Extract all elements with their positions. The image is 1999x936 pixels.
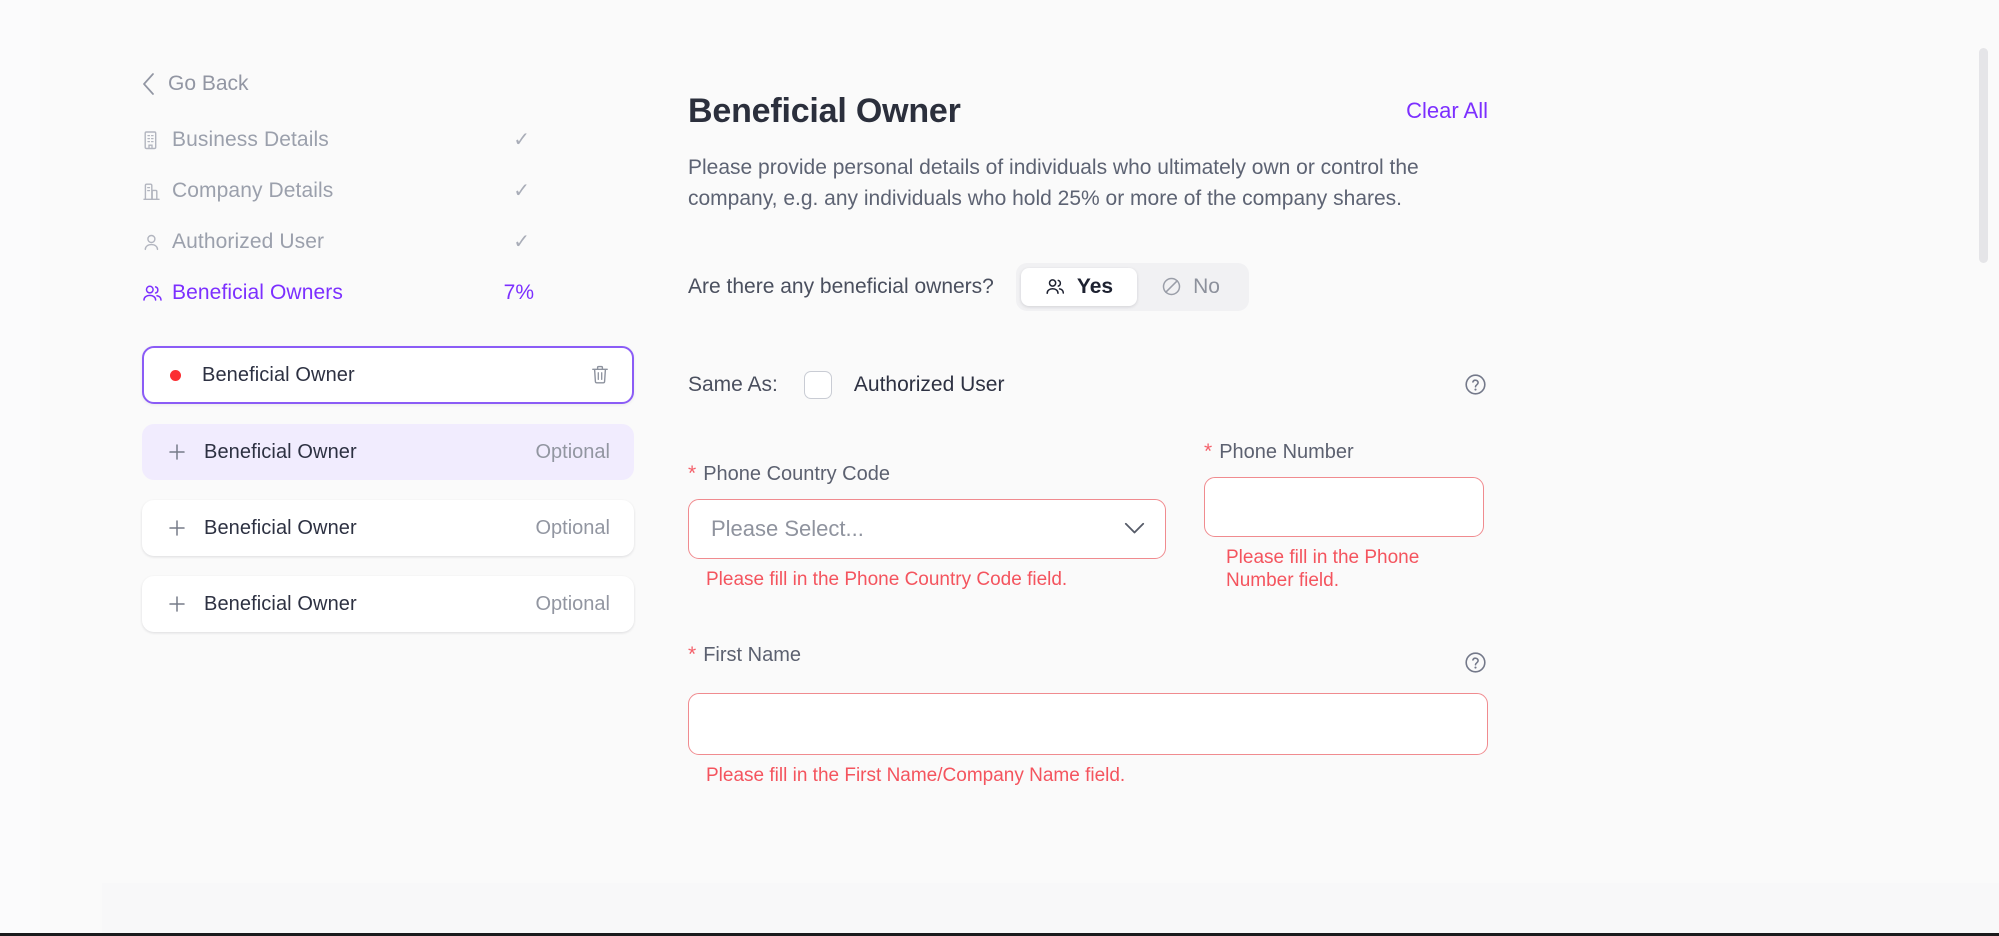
user-icon bbox=[142, 232, 172, 252]
phone-country-code-label: * Phone Country Code bbox=[688, 463, 1166, 486]
owner-card-optional: Optional bbox=[536, 441, 613, 464]
beneficial-owners-question-row: Are there any beneficial owners? Yes bbox=[688, 263, 1488, 311]
question-label: Are there any beneficial owners? bbox=[688, 275, 994, 299]
owner-card-selected[interactable]: Beneficial Owner bbox=[142, 346, 634, 404]
first-name-input[interactable] bbox=[688, 693, 1488, 755]
phone-country-code-select[interactable]: Please Select... bbox=[688, 499, 1166, 559]
step-status-check: ✓ bbox=[513, 229, 634, 254]
first-name-error: Please fill in the First Name/Company Na… bbox=[688, 765, 1488, 787]
main-header: Beneficial Owner Clear All bbox=[688, 92, 1488, 131]
step-progress-percent: 7% bbox=[504, 281, 634, 305]
label-text: Phone Number bbox=[1219, 441, 1354, 464]
red-dot-icon bbox=[170, 370, 181, 381]
users-icon bbox=[142, 283, 172, 303]
same-as-label: Same As: bbox=[688, 373, 778, 397]
phone-number-error: Please fill in the Phone Number field. bbox=[1204, 546, 1484, 592]
phone-number-field: * Phone Number Please fill in the Phone … bbox=[1204, 441, 1484, 592]
owner-card-label: Beneficial Owner bbox=[204, 441, 536, 464]
go-back-button[interactable]: Go Back bbox=[142, 72, 292, 96]
sidebar-item-label: Beneficial Owners bbox=[172, 281, 504, 305]
go-back-label: Go Back bbox=[168, 72, 249, 96]
users-icon bbox=[1045, 277, 1066, 296]
help-circle-icon[interactable] bbox=[1462, 372, 1488, 398]
no-entry-icon bbox=[1161, 276, 1182, 297]
phone-country-code-field: * Phone Country Code Please Select... Pl… bbox=[688, 463, 1166, 591]
same-as-row: Same As: Authorized User bbox=[688, 371, 1488, 399]
chevron-down-icon bbox=[1124, 522, 1145, 535]
page-description: Please provide personal details of indiv… bbox=[688, 153, 1458, 215]
yes-button[interactable]: Yes bbox=[1021, 268, 1137, 306]
phone-number-label: * Phone Number bbox=[1204, 441, 1484, 464]
first-name-field: * First Name Please fill in the First Na… bbox=[688, 644, 1488, 787]
phone-number-input[interactable] bbox=[1204, 477, 1484, 537]
plus-icon bbox=[168, 595, 186, 613]
owner-card-list: Beneficial Owner Beneficial Owne bbox=[142, 346, 634, 632]
registration-page: Go Back Business Details ✓ bbox=[0, 0, 1999, 936]
yes-label: Yes bbox=[1077, 275, 1113, 299]
step-nav: Business Details ✓ Company Details ✓ bbox=[142, 114, 634, 318]
sidebar-item-label: Company Details bbox=[172, 179, 513, 203]
phone-fields-row: * Phone Country Code Please Select... Pl… bbox=[688, 463, 1488, 592]
clear-all-button[interactable]: Clear All bbox=[1406, 98, 1488, 124]
help-circle-icon[interactable] bbox=[1462, 649, 1488, 675]
label-text: Phone Country Code bbox=[703, 463, 890, 486]
required-asterisk: * bbox=[1204, 441, 1212, 462]
required-asterisk: * bbox=[688, 644, 696, 665]
phone-country-code-placeholder: Please Select... bbox=[711, 516, 864, 542]
owner-card-label: Beneficial Owner bbox=[204, 593, 536, 616]
plus-icon bbox=[168, 443, 186, 461]
sidebar: Go Back Business Details ✓ bbox=[40, 0, 640, 936]
same-as-checkbox[interactable] bbox=[804, 371, 832, 399]
main-panel: Beneficial Owner Clear All Please provid… bbox=[640, 0, 1999, 936]
owner-card-optional: Optional bbox=[536, 517, 613, 540]
first-name-label: * First Name bbox=[688, 644, 801, 667]
sidebar-item-business-details[interactable]: Business Details ✓ bbox=[142, 114, 634, 165]
required-asterisk: * bbox=[688, 463, 696, 484]
plus-icon bbox=[168, 519, 186, 537]
chevron-left-icon bbox=[142, 73, 155, 95]
phone-country-code-error: Please fill in the Phone Country Code fi… bbox=[688, 568, 1166, 591]
left-gutter bbox=[0, 0, 40, 936]
no-button[interactable]: No bbox=[1137, 268, 1244, 306]
sidebar-item-beneficial-owners[interactable]: Beneficial Owners 7% bbox=[142, 267, 634, 318]
chart-building-icon bbox=[142, 181, 172, 201]
yes-no-segmented-control: Yes No bbox=[1016, 263, 1249, 311]
sidebar-item-company-details[interactable]: Company Details ✓ bbox=[142, 165, 634, 216]
owner-card-add[interactable]: Beneficial Owner Optional bbox=[142, 576, 634, 632]
vertical-scrollbar[interactable] bbox=[1979, 48, 1988, 263]
owner-card-optional: Optional bbox=[536, 593, 613, 616]
sidebar-item-authorized-user[interactable]: Authorized User ✓ bbox=[142, 216, 634, 267]
sidebar-item-label: Business Details bbox=[172, 128, 513, 152]
building-icon bbox=[142, 130, 172, 150]
no-label: No bbox=[1193, 275, 1220, 299]
owner-card-label: Beneficial Owner bbox=[202, 364, 590, 387]
same-as-option-label: Authorized User bbox=[854, 373, 1462, 397]
page-title: Beneficial Owner bbox=[688, 92, 961, 131]
owner-card-add[interactable]: Beneficial Owner Optional bbox=[142, 500, 634, 556]
trash-icon[interactable] bbox=[590, 364, 610, 386]
sidebar-item-label: Authorized User bbox=[172, 230, 513, 254]
label-text: First Name bbox=[703, 644, 801, 667]
owner-card-label: Beneficial Owner bbox=[204, 517, 536, 540]
owner-card-add[interactable]: Beneficial Owner Optional bbox=[142, 424, 634, 480]
step-status-check: ✓ bbox=[513, 178, 634, 203]
step-status-check: ✓ bbox=[513, 127, 634, 152]
